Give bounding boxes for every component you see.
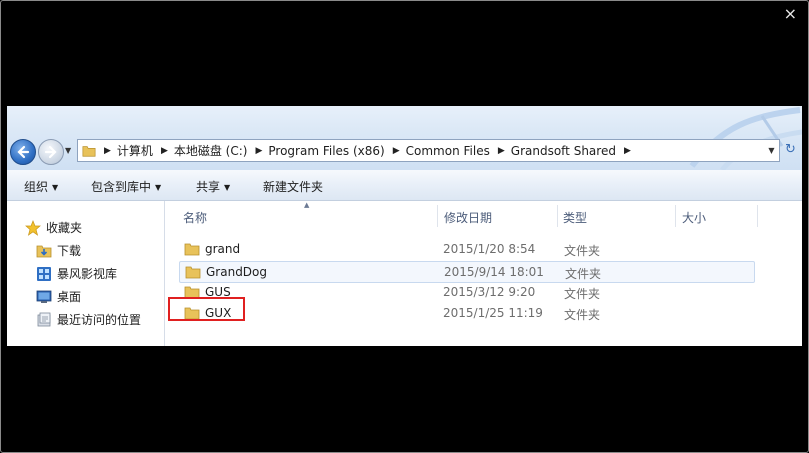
column-header-date[interactable]: 修改日期 (444, 209, 492, 226)
breadcrumb-common-files[interactable]: ▶ Common Files (385, 144, 490, 158)
breadcrumb-label: 本地磁盘 (C:) (173, 144, 248, 158)
chevron-right-icon: ▶ (255, 145, 263, 156)
table-row[interactable]: grand 2015/1/20 8:54 文件夹 (179, 239, 754, 259)
breadcrumb-label: 计算机 (116, 144, 153, 158)
sort-ascending-icon: ▲ (304, 201, 310, 209)
sidebar-item-label: 桌面 (57, 290, 82, 304)
file-list: ▲ 名称 修改日期 类型 大小 grand 2015/1/20 8:54 文件夹… (165, 201, 802, 346)
file-type: 文件夹 (565, 267, 602, 281)
organize-label: 组织 (24, 180, 49, 194)
file-type: 文件夹 (564, 308, 601, 322)
breadcrumb-computer[interactable]: ▶ 计算机 (96, 142, 153, 159)
sidebar-item-favorites[interactable]: 收藏夹 (25, 219, 82, 236)
sidebar-item-label: 收藏夹 (46, 221, 83, 235)
media-library-icon (37, 266, 51, 281)
explorer-window: ▼ ▶ 计算机 ▶ 本地磁盘 (C:) ▶ Program Files (x86) ▶… (7, 106, 802, 346)
address-history-dropdown[interactable]: ▼ (764, 139, 780, 162)
table-row[interactable]: GrandDog 2015/9/14 18:01 文件夹 (179, 261, 755, 283)
breadcrumb-grandsoft-shared[interactable]: ▶ Grandsoft Shared ▶ (490, 144, 637, 158)
recent-places-icon (37, 312, 51, 326)
highlight-annotation-box (168, 297, 245, 321)
column-divider[interactable] (437, 205, 438, 227)
forward-button[interactable] (38, 139, 64, 165)
folder-icon (185, 266, 201, 279)
file-name: GrandDog (206, 265, 268, 279)
column-divider[interactable] (675, 205, 676, 227)
chevron-right-icon[interactable]: ▶ (624, 146, 631, 156)
download-folder-icon (36, 245, 52, 257)
file-type: 文件夹 (564, 287, 601, 301)
column-header-name[interactable]: 名称 (183, 209, 207, 226)
sidebar-item-label: 最近访问的位置 (57, 313, 142, 327)
breadcrumb-label: Common Files (405, 143, 490, 158)
chevron-down-icon: ▼ (52, 183, 59, 192)
table-row[interactable]: GUS 2015/3/12 9:20 文件夹 (179, 282, 754, 302)
organize-menu[interactable]: 组织 ▼ (24, 178, 58, 195)
breadcrumb-label: Program Files (x86) (268, 143, 385, 158)
include-in-library-label: 包含到库中 (91, 180, 152, 194)
share-label: 共享 (196, 180, 221, 194)
chevron-right-icon: ▶ (392, 145, 400, 156)
desktop-icon (36, 290, 52, 303)
sidebar-item-desktop[interactable]: 桌面 (36, 288, 81, 305)
file-date: 2015/1/25 11:19 (443, 306, 543, 320)
arrow-right-icon (44, 145, 57, 159)
close-icon[interactable]: × (784, 6, 797, 22)
sidebar-item-media-library[interactable]: 暴风影视库 (36, 265, 117, 282)
chevron-right-icon: ▶ (497, 145, 505, 156)
breadcrumb-local-disk[interactable]: ▶ 本地磁盘 (C:) (153, 142, 248, 159)
navigation-pane: 收藏夹 下载 暴风影视库 桌面 最近访问的位置 (7, 201, 165, 346)
file-name: grand (205, 242, 241, 256)
file-date: 2015/1/20 8:54 (443, 242, 536, 256)
column-divider[interactable] (557, 205, 558, 227)
recent-pages-dropdown[interactable]: ▼ (65, 146, 75, 156)
chevron-down-icon: ▼ (155, 183, 162, 192)
breadcrumb-program-files[interactable]: ▶ Program Files (x86) (247, 144, 384, 158)
sidebar-item-downloads[interactable]: 下载 (36, 242, 81, 259)
back-button[interactable] (10, 139, 36, 165)
refresh-icon[interactable]: ↻ (785, 142, 796, 157)
folder-icon (82, 145, 96, 157)
new-folder-button[interactable]: 新建文件夹 (263, 178, 323, 195)
folder-icon (184, 243, 200, 256)
chevron-down-icon: ▼ (224, 183, 231, 192)
column-header-size[interactable]: 大小 (682, 209, 706, 226)
column-header-type[interactable]: 类型 (563, 209, 587, 226)
column-divider[interactable] (757, 205, 758, 227)
include-in-library-menu[interactable]: 包含到库中 ▼ (91, 178, 161, 195)
sidebar-item-label: 暴风影视库 (57, 267, 118, 281)
sidebar-item-label: 下载 (57, 244, 82, 258)
chevron-right-icon: ▶ (104, 145, 111, 156)
breadcrumb-label: Grandsoft Shared (510, 143, 616, 158)
file-date: 2015/3/12 9:20 (443, 285, 536, 299)
file-date: 2015/9/14 18:01 (444, 265, 544, 279)
file-type: 文件夹 (564, 244, 601, 258)
star-icon (25, 219, 41, 236)
address-bar[interactable]: ▶ 计算机 ▶ 本地磁盘 (C:) ▶ Program Files (x86) ▶ Co… (77, 139, 779, 162)
chevron-right-icon: ▶ (160, 145, 168, 156)
sidebar-item-recent-places[interactable]: 最近访问的位置 (36, 311, 141, 328)
command-bar: 组织 ▼ 包含到库中 ▼ 共享 ▼ 新建文件夹 (7, 170, 802, 201)
table-row[interactable]: GUX 2015/1/25 11:19 文件夹 (179, 303, 754, 323)
share-menu[interactable]: 共享 ▼ (196, 178, 230, 195)
address-bar-area: ▼ ▶ 计算机 ▶ 本地磁盘 (C:) ▶ Program Files (x86) ▶… (7, 106, 802, 170)
arrow-left-icon (17, 145, 30, 159)
